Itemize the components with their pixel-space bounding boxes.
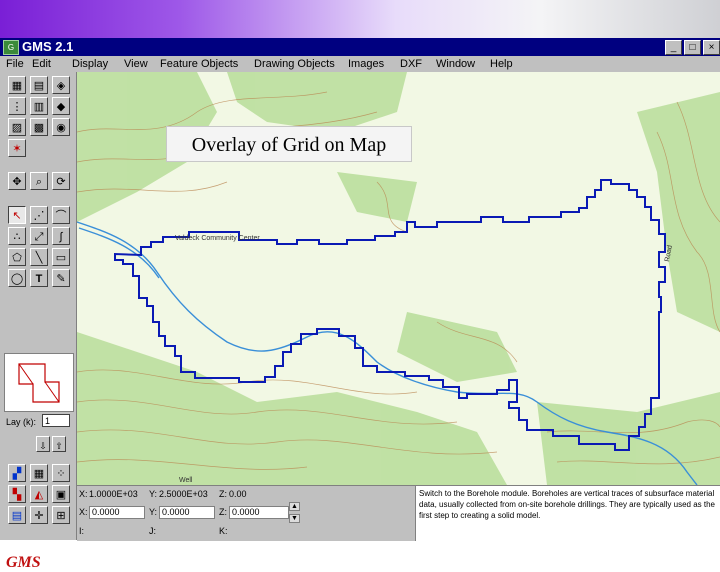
j-label: J: [149, 526, 157, 536]
k-label: K: [219, 526, 228, 536]
title-bar: G GMS 2.1 _ □ × [0, 38, 720, 56]
menu-file[interactable]: File [6, 58, 24, 70]
select-icon[interactable]: ▦ [8, 76, 26, 94]
orientation-axes-icon [18, 363, 60, 403]
menu-help[interactable]: Help [490, 58, 513, 70]
close-icon[interactable]: × [703, 40, 720, 55]
slide-overlay-label: Overlay of Grid on Map [166, 126, 412, 162]
module-2d-scatter-icon[interactable]: ⊞ [52, 506, 70, 524]
row-select-icon[interactable]: ▥ [30, 97, 48, 115]
status-bar: X: 1.0000E+03 Y: 2.5000E+03 Z: 0.00 X: 0… [77, 485, 720, 541]
menu-display[interactable]: Display [72, 58, 108, 70]
x-edit-label: X: [79, 507, 88, 517]
menu-drawing-objects[interactable]: Drawing Objects [254, 58, 335, 70]
grid-select-icon[interactable]: ▤ [30, 76, 48, 94]
arrow-tool-icon[interactable]: ↖ [8, 206, 26, 224]
point-tool-icon[interactable]: ⋰ [30, 206, 48, 224]
z-coord-label: Z: [219, 489, 227, 499]
cell-select-icon[interactable]: ◈ [52, 76, 70, 94]
module-grid-icon[interactable]: ▦ [30, 464, 48, 482]
redo-icon[interactable]: ✶ [8, 139, 26, 157]
view-orientation-panel [4, 353, 74, 412]
pan-icon[interactable]: ✥ [8, 172, 26, 190]
maximize-icon[interactable]: □ [684, 40, 701, 55]
y-edit-field[interactable]: 0.0000 [159, 506, 215, 519]
layer-select-icon[interactable]: ◆ [52, 97, 70, 115]
module-map-icon[interactable]: ▤ [8, 506, 26, 524]
tool-palette: ▦ ▤ ◈ ⋮ ▥ ◆ ▨ ▩ ◉ ✶ ✥ ⌕ ⟳ ↖ ⋰ ⌒ ∴ ⤢ ∫ ⬠ … [0, 72, 77, 571]
slide-header-banner [0, 0, 720, 38]
menu-images[interactable]: Images [348, 58, 384, 70]
rotate-icon[interactable]: ⟳ [52, 172, 70, 190]
contour-icon[interactable]: ◉ [52, 118, 70, 136]
module-scatter-icon[interactable]: ⁘ [52, 464, 70, 482]
gms-logo: GMS [6, 554, 41, 571]
map-well-label: Well [179, 477, 193, 484]
module-borehole-icon[interactable]: ▚ [8, 485, 26, 503]
menu-window[interactable]: Window [436, 58, 475, 70]
gms-window: G GMS 2.1 _ □ × File Edit Display View F… [0, 38, 720, 571]
z-down-icon[interactable]: ▼ [289, 514, 300, 523]
z-edit-field[interactable]: 0.0000 [229, 506, 289, 519]
text-edit-icon[interactable]: ✎ [52, 269, 70, 287]
oval-tool-icon[interactable]: ◯ [8, 269, 26, 287]
menu-feature-objects[interactable]: Feature Objects [160, 58, 238, 70]
module-solid-icon[interactable]: ▣ [52, 485, 70, 503]
window-title: GMS 2.1 [22, 39, 74, 54]
layer-label: Lay (k): [6, 417, 37, 427]
line-tool-icon[interactable]: ╲ [30, 248, 48, 266]
module-tin-icon[interactable]: ◭ [30, 485, 48, 503]
spline-tool-icon[interactable]: ∫ [52, 227, 70, 245]
layer-up-icon[interactable]: ⇧ [52, 436, 66, 452]
layer-down-icon[interactable]: ⇩ [36, 436, 50, 452]
x-edit-field[interactable]: 0.0000 [89, 506, 145, 519]
node-select-icon[interactable]: ⋮ [8, 97, 26, 115]
menu-bar: File Edit Display View Feature Objects D… [0, 56, 720, 72]
vertex-tool-icon[interactable]: ⤢ [30, 227, 48, 245]
polygon-tool-icon[interactable]: ⬠ [8, 248, 26, 266]
x-coord-label: X: [79, 489, 88, 499]
x-coord-value: 1.0000E+03 [89, 489, 138, 499]
y-edit-label: Y: [149, 507, 158, 517]
zoom-icon[interactable]: ⌕ [30, 172, 48, 190]
map-place-label: Valdeck Community Center [175, 235, 260, 242]
module-mesh-icon[interactable]: ▞ [8, 464, 26, 482]
menu-view[interactable]: View [124, 58, 148, 70]
i-label: I: [79, 526, 85, 536]
node-tool-icon[interactable]: ∴ [8, 227, 26, 245]
menu-edit[interactable]: Edit [32, 58, 51, 70]
z-up-icon[interactable]: ▲ [289, 502, 300, 511]
arc-tool-icon[interactable]: ⌒ [52, 206, 70, 224]
y-coord-label: Y: [149, 489, 158, 499]
text-tool-icon[interactable]: T [30, 269, 48, 287]
z-edit-label: Z: [219, 507, 227, 517]
column-select-icon[interactable]: ▨ [8, 118, 26, 136]
help-text-panel: Switch to the Borehole module. Boreholes… [415, 486, 720, 541]
rectangle-tool-icon[interactable]: ▭ [52, 248, 70, 266]
minimize-icon[interactable]: _ [665, 40, 682, 55]
gms-app-icon[interactable]: G [3, 40, 19, 55]
menu-dxf[interactable]: DXF [400, 58, 422, 70]
module-2d-grid-icon[interactable]: ✛ [30, 506, 48, 524]
y-coord-value: 2.5000E+03 [159, 489, 208, 499]
ijk-select-icon[interactable]: ▩ [30, 118, 48, 136]
layer-input[interactable]: 1 [42, 414, 70, 427]
z-coord-value: 0.00 [229, 489, 247, 499]
